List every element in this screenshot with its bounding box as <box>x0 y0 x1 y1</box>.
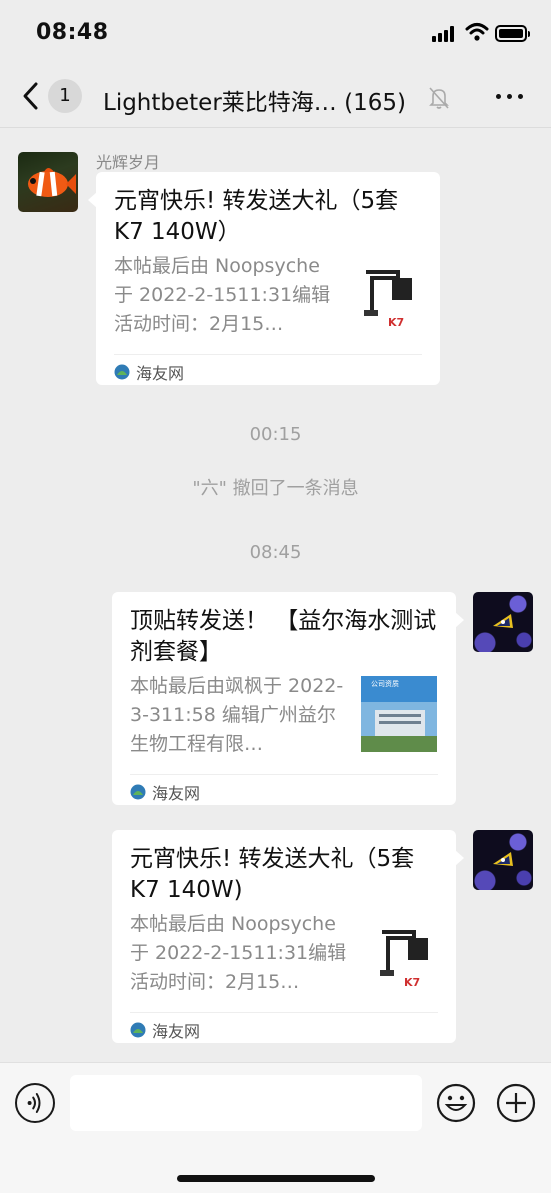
card-title: 顶贴转发送！ 【益尔海水测试剂套餐】 <box>130 608 437 665</box>
voice-input-icon[interactable] <box>15 1083 55 1123</box>
card-description: 本帖最后由飒枫于 2022-3-311:58 编辑广州益尔生物工程有限… <box>130 675 344 755</box>
my-avatar[interactable] <box>473 830 533 890</box>
message-input[interactable] <box>70 1075 422 1131</box>
cellular-signal-icon <box>432 26 458 42</box>
more-options-button[interactable] <box>494 86 526 108</box>
clownfish-icon <box>28 168 76 197</box>
divider <box>114 354 422 355</box>
site-logo-icon <box>130 1022 146 1038</box>
mute-bell-icon <box>429 87 449 109</box>
svg-text:公司资质: 公司资质 <box>371 679 399 688</box>
svg-text:K7: K7 <box>388 316 404 329</box>
svg-text:K7: K7 <box>404 976 420 989</box>
divider <box>130 774 438 775</box>
card-title: 元宵快乐! 转发送大礼（5套 K7 140W） <box>114 188 399 245</box>
divider <box>130 1012 438 1013</box>
card-description: 本帖最后由 Noopsyche 于 2022-2-1511:31编辑活动时间：2… <box>114 255 331 335</box>
group-name: Lightbeter莱比特海… <box>103 90 337 116</box>
back-arrow-icon[interactable] <box>18 80 46 112</box>
card-source: 海友网 <box>114 360 184 384</box>
home-indicator <box>177 1175 375 1182</box>
link-card[interactable]: 元宵快乐! 转发送大礼（5套 K7 140W） 本帖最后由 Noopsyche … <box>96 172 440 385</box>
card-thumbnail: 公司资质 <box>361 676 437 752</box>
bubble-tail <box>455 850 464 866</box>
card-title: 元宵快乐! 转发送大礼（5套 K7 140W) <box>130 846 415 903</box>
sender-avatar[interactable] <box>18 152 78 212</box>
input-bar <box>0 1062 551 1193</box>
link-card[interactable]: 元宵快乐! 转发送大礼（5套 K7 140W) 本帖最后由 Noopsyche … <box>112 830 456 1043</box>
card-source: 海友网 <box>130 1018 200 1042</box>
recall-notice: "六" 撤回了一条消息 <box>192 478 359 499</box>
timestamp: 00:15 <box>249 424 302 445</box>
battery-icon <box>495 25 530 42</box>
my-avatar[interactable] <box>473 592 533 652</box>
source-label: 海友网 <box>136 364 185 383</box>
sender-name: 光辉岁月 <box>96 153 161 172</box>
bubble-tail <box>455 612 464 628</box>
site-logo-icon <box>130 784 146 800</box>
unread-count-badge[interactable]: 1 <box>48 79 82 113</box>
timestamp: 08:45 <box>249 542 302 563</box>
site-logo-icon <box>114 364 130 380</box>
card-source: 海友网 <box>130 780 200 804</box>
link-card[interactable]: 顶贴转发送！ 【益尔海水测试剂套餐】 本帖最后由飒枫于 2022-3-311:5… <box>112 592 456 805</box>
chat-title: Lightbeter莱比特海… (165) <box>103 83 406 117</box>
card-thumbnail: K7 <box>348 260 424 336</box>
status-bar: 08:48 <box>0 0 551 66</box>
fish-icon <box>493 852 513 866</box>
card-description: 本帖最后由 Noopsyche 于 2022-2-1511:31编辑活动时间：2… <box>130 913 347 993</box>
fish-icon <box>493 614 513 628</box>
status-time: 08:48 <box>36 20 109 45</box>
wifi-icon <box>465 23 489 41</box>
emoji-icon[interactable] <box>436 1083 476 1123</box>
source-label: 海友网 <box>152 784 201 803</box>
source-label: 海友网 <box>152 1022 201 1041</box>
member-count: (165) <box>344 90 406 116</box>
more-plus-icon[interactable] <box>496 1083 536 1123</box>
chat-header: 1 Lightbeter莱比特海… (165) <box>0 66 551 128</box>
card-thumbnail: K7 <box>364 920 440 996</box>
